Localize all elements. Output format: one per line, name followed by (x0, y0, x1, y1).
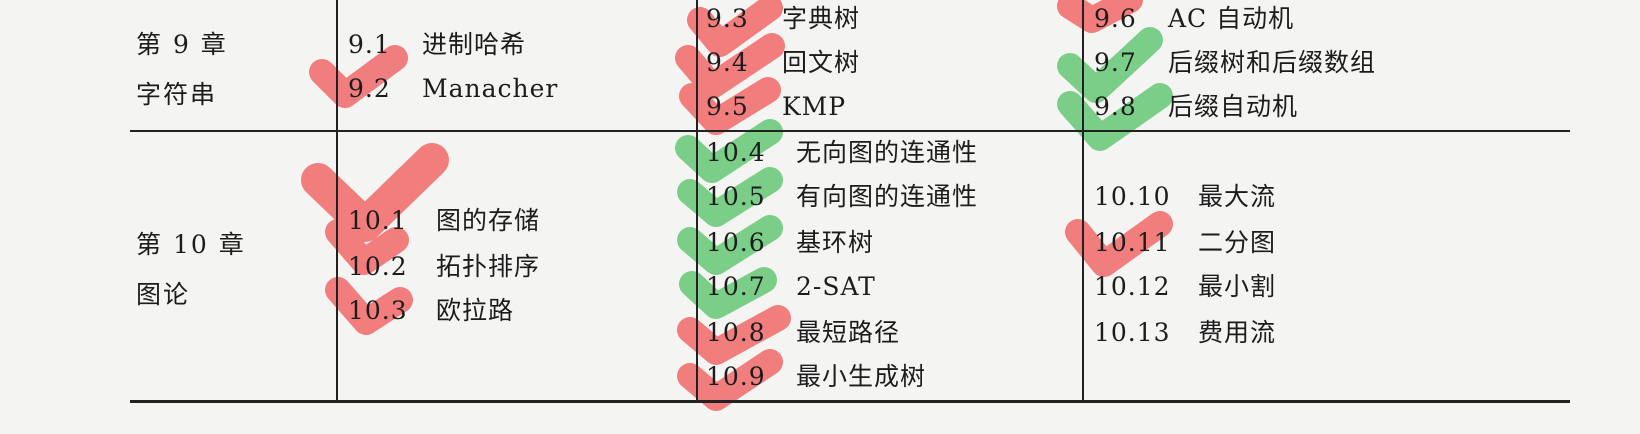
section-number: 10.13 (1094, 318, 1171, 347)
section-number: 10.9 (706, 362, 766, 391)
section-title: 图的存储 (436, 206, 541, 235)
section-number: 9.5 (706, 92, 749, 121)
section-entry: 9.4 回文树 (706, 48, 860, 78)
section-number: 10.2 (348, 252, 408, 281)
section-title: 字典树 (782, 4, 861, 33)
chapter-heading: 第 10 章 图论 (136, 220, 246, 320)
section-entry: 9.8 后缀自动机 (1094, 92, 1298, 122)
chapter-number: 第 9 章 (136, 30, 228, 59)
row-divider (130, 130, 1570, 132)
section-entry: 9.6 AC 自动机 (1094, 4, 1294, 34)
section-number: 9.6 (1094, 4, 1137, 33)
section-title: 欧拉路 (436, 296, 515, 325)
section-number: 10.1 (348, 206, 408, 235)
section-title: 费用流 (1198, 318, 1277, 347)
chapter-number: 第 10 章 (136, 230, 246, 259)
section-entry: 10.1 图的存储 (348, 206, 540, 236)
section-number: 10.10 (1094, 182, 1171, 211)
section-title: 二分图 (1198, 228, 1277, 257)
section-entry: 10.9 最小生成树 (706, 362, 926, 392)
section-entry: 10.6 基环树 (706, 228, 874, 258)
section-title: 最大流 (1198, 182, 1277, 211)
section-entry: 9.1 进制哈希 (348, 30, 526, 60)
section-number: 10.8 (706, 318, 766, 347)
section-title: 拓扑排序 (436, 252, 541, 281)
section-title: 最小生成树 (796, 362, 927, 391)
section-number: 10.12 (1094, 272, 1171, 301)
chapter-heading: 第 9 章 字符串 (136, 20, 228, 120)
section-title: 2-SAT (796, 272, 876, 301)
section-title: 后缀自动机 (1168, 92, 1299, 121)
section-title: 后缀树和后缀数组 (1168, 48, 1377, 77)
section-number: 10.5 (706, 182, 766, 211)
section-number: 10.4 (706, 138, 766, 167)
section-title: 回文树 (782, 48, 861, 77)
section-title: 有向图的连通性 (796, 182, 979, 211)
section-entry: 10.2 拓扑排序 (348, 252, 540, 282)
section-number: 9.1 (348, 30, 391, 59)
section-number: 10.11 (1094, 228, 1171, 257)
section-title: 最小割 (1198, 272, 1277, 301)
section-entry: 10.4 无向图的连通性 (706, 138, 978, 168)
syllabus-table: 第 9 章 字符串 9.1 进制哈希 9.2 Manacher 9.3 字典树 9.4… (0, 0, 1640, 434)
section-title: 最短路径 (796, 318, 901, 347)
section-entry: 10.12 最小割 (1094, 272, 1276, 302)
column-divider (1082, 0, 1084, 403)
section-number: 9.4 (706, 48, 749, 77)
column-divider (696, 0, 698, 403)
column-divider (336, 0, 338, 403)
section-entry: 10.3 欧拉路 (348, 296, 514, 326)
section-title: 基环树 (796, 228, 875, 257)
section-number: 10.3 (348, 296, 408, 325)
section-title: 无向图的连通性 (796, 138, 979, 167)
section-entry: 10.10 最大流 (1094, 182, 1276, 212)
section-number: 9.7 (1094, 48, 1137, 77)
section-title: KMP (782, 92, 847, 121)
section-entry: 10.8 最短路径 (706, 318, 900, 348)
section-title: Manacher (422, 74, 559, 103)
section-number: 9.2 (348, 74, 391, 103)
chapter-name: 图论 (136, 280, 191, 309)
section-entry: 10.5 有向图的连通性 (706, 182, 978, 212)
section-title: AC 自动机 (1168, 4, 1295, 33)
section-number: 9.8 (1094, 92, 1137, 121)
chapter-name: 字符串 (136, 80, 218, 109)
section-entry: 9.2 Manacher (348, 74, 558, 104)
section-entry: 10.13 费用流 (1094, 318, 1276, 348)
section-number: 9.3 (706, 4, 749, 33)
section-entry: 9.3 字典树 (706, 4, 860, 34)
section-entry: 9.5 KMP (706, 92, 846, 122)
section-entry: 9.7 后缀树和后缀数组 (1094, 48, 1376, 78)
section-entry: 10.7 2-SAT (706, 272, 876, 302)
section-title: 进制哈希 (422, 30, 527, 59)
section-number: 10.7 (706, 272, 766, 301)
table-bottom-rule (130, 400, 1570, 403)
section-entry: 10.11 二分图 (1094, 228, 1276, 258)
section-number: 10.6 (706, 228, 766, 257)
